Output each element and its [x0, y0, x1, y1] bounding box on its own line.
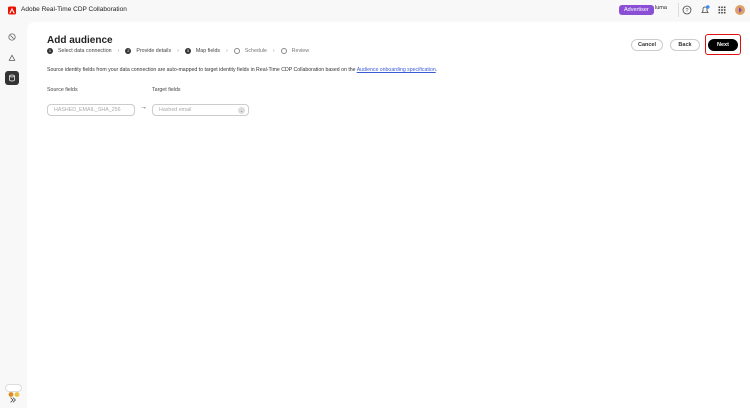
- rail-item-connections[interactable]: [5, 51, 19, 65]
- compass-icon: [8, 33, 16, 41]
- step-label: Review: [291, 48, 310, 54]
- step-label: Provide details: [136, 48, 172, 54]
- step-number: 1: [47, 48, 53, 54]
- app-title: Adobe Real-Time CDP Collaboration: [21, 6, 127, 13]
- back-button[interactable]: Back: [670, 39, 700, 51]
- chevron-right-icon: ›: [272, 48, 275, 54]
- highlight-box: [705, 34, 741, 55]
- step-schedule: Schedule: [233, 48, 267, 54]
- step-number: 3: [184, 48, 191, 54]
- chevron-right-icon: ›: [117, 48, 120, 54]
- database-icon: [9, 74, 15, 82]
- main-panel: Add audience 1 Select data connection › 2…: [27, 22, 750, 408]
- source-fields-label: Source fields: [47, 87, 78, 93]
- connections-icon: [8, 54, 16, 61]
- feedback-button[interactable]: [5, 384, 22, 397]
- audience-onboarding-spec-link[interactable]: Audience onboarding specification: [357, 67, 436, 73]
- step-map-fields: 3 Map fields: [184, 48, 221, 54]
- step-circle-icon: [233, 48, 240, 54]
- rail-item-home[interactable]: [5, 30, 19, 44]
- target-fields-label: Target fields: [152, 87, 181, 93]
- description-end: .: [435, 67, 438, 73]
- top-bar: Adobe Real-Time CDP Collaboration Advert…: [0, 0, 750, 21]
- bell-icon[interactable]: [700, 5, 710, 15]
- step-circle-icon: [280, 48, 287, 54]
- page-title: Add audience: [47, 35, 113, 46]
- source-field-input[interactable]: HASHED_EMAIL_SHA_256: [47, 104, 135, 116]
- cancel-button[interactable]: Cancel: [631, 39, 663, 51]
- target-field-select[interactable]: Hashed email ⌄: [152, 104, 249, 116]
- grid-icon[interactable]: [717, 5, 727, 15]
- user-name[interactable]: luma: [655, 5, 667, 11]
- expand-icon[interactable]: [9, 396, 17, 404]
- step-review: Review: [280, 48, 310, 54]
- chevron-right-icon: ›: [177, 48, 179, 54]
- adobe-logo-icon: [8, 6, 16, 15]
- help-icon[interactable]: ?: [682, 5, 692, 15]
- left-rail: [0, 21, 27, 408]
- step-label: Map fields: [195, 48, 221, 54]
- description-text: Source identity fields from your data co…: [47, 67, 357, 73]
- avatar-icon[interactable]: [735, 5, 745, 15]
- divider: [678, 3, 679, 17]
- stepper: 1 Select data connection › 2 Provide detai…: [47, 48, 309, 54]
- target-field-placeholder: Hashed email: [159, 107, 192, 113]
- chevron-right-icon: ›: [226, 48, 228, 54]
- step-provide-details: 2 Provide details: [125, 48, 171, 54]
- step-select-data-connection: 1 Select data connection: [47, 48, 112, 54]
- rail-item-audiences[interactable]: [5, 71, 19, 85]
- step-label: Schedule: [244, 48, 267, 54]
- svg-text:?: ?: [685, 8, 688, 14]
- step-number: 2: [125, 48, 132, 54]
- description: Source identity fields from your data co…: [47, 67, 437, 73]
- arrow-right-icon: →: [140, 104, 147, 111]
- step-label: Select data connection: [58, 48, 112, 54]
- role-badge[interactable]: Advertiser: [619, 5, 654, 15]
- chevron-down-icon[interactable]: ⌄: [238, 107, 245, 114]
